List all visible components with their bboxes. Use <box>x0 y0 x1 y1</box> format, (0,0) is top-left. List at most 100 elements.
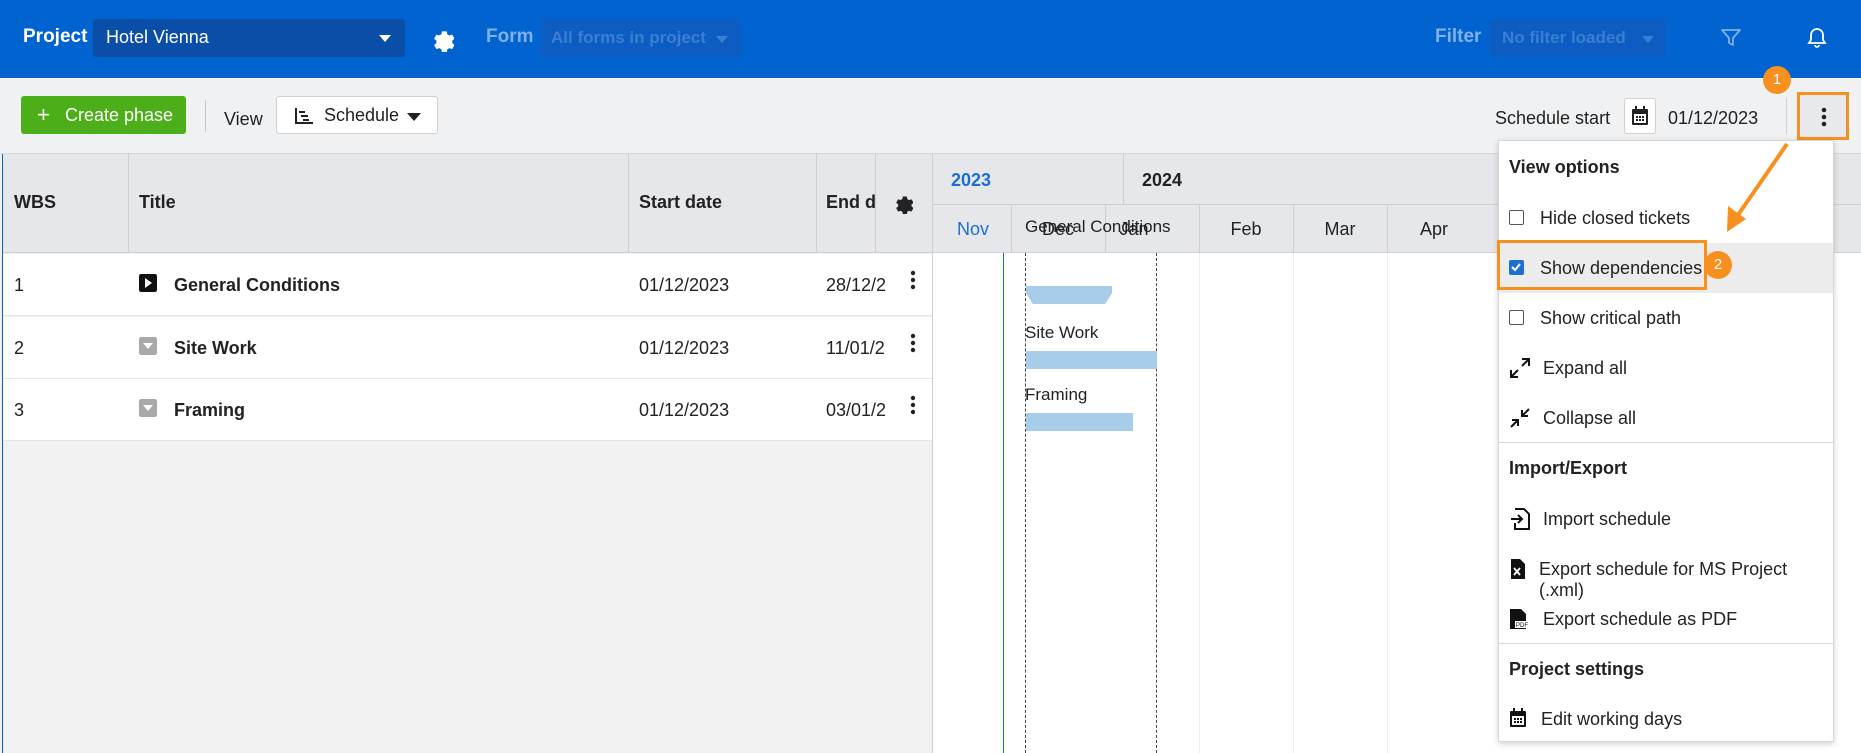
filter-select[interactable]: No filter loaded <box>1490 19 1666 57</box>
menu-item-import-schedule[interactable]: Import schedule <box>1499 494 1833 544</box>
funnel-icon[interactable] <box>1720 27 1742 49</box>
calendar-button[interactable] <box>1624 98 1656 134</box>
svg-text:PDF: PDF <box>1516 623 1528 629</box>
title-cell[interactable]: General Conditions <box>174 275 340 296</box>
gantt-bar[interactable] <box>1026 351 1157 369</box>
more-vertical-icon[interactable] <box>910 270 916 290</box>
menu-section-title: Project settings <box>1509 659 1645 679</box>
table-row[interactable]: 3 Framing 01/12/2023 03/01/2 <box>3 379 932 441</box>
more-options-button[interactable] <box>1797 92 1849 140</box>
phase-play-icon[interactable] <box>139 274 157 292</box>
chevron-down-icon <box>716 36 728 43</box>
gantt-task-label: Site Work <box>1025 323 1099 342</box>
year-label-2024: 2024 <box>1142 170 1183 190</box>
divider <box>205 100 206 132</box>
collapse-icon <box>1510 408 1530 428</box>
wbs-cell: 1 <box>14 275 25 295</box>
column-header-start-date[interactable]: Start date <box>639 192 722 213</box>
filter-label: Filter <box>1435 26 1482 47</box>
start-date-cell: 01/12/2023 <box>639 338 730 358</box>
title-cell[interactable]: Framing <box>174 400 245 421</box>
top-bar: Project Hotel Vienna Form All forms in p… <box>0 0 1861 78</box>
annotation-badge-1: 1 <box>1763 66 1791 94</box>
dependency-line <box>1156 253 1157 753</box>
view-select[interactable]: Schedule <box>276 96 438 134</box>
menu-item-label: Edit working days <box>1541 709 1683 729</box>
gear-icon[interactable] <box>891 192 913 214</box>
expand-icon <box>1510 358 1530 378</box>
plus-icon: + <box>37 102 50 127</box>
calendar-icon <box>1510 708 1526 727</box>
menu-item-label: Export schedule as PDF <box>1543 609 1738 629</box>
divider <box>816 154 817 253</box>
xml-file-icon <box>1511 559 1525 579</box>
form-select-value: All forms in project <box>551 28 706 47</box>
table-row[interactable]: 2 Site Work 01/12/2023 11/01/2 <box>3 317 932 379</box>
menu-section-title: Import/Export <box>1509 458 1628 478</box>
today-line <box>1003 253 1004 753</box>
form-label: Form <box>486 26 534 47</box>
month-label: Apr <box>1419 219 1448 239</box>
menu-item-hide-closed-tickets[interactable]: Hide closed tickets <box>1499 193 1833 243</box>
create-phase-button[interactable]: + Create phase <box>21 96 186 134</box>
view-select-value: Schedule <box>324 105 400 125</box>
project-select[interactable]: Hotel Vienna <box>93 19 405 57</box>
menu-section-title: View options <box>1509 157 1620 177</box>
filter-select-value: No filter loaded <box>1502 28 1626 47</box>
menu-item-edit-working-days[interactable]: Edit working days <box>1499 694 1833 744</box>
schedule-start-label: Schedule start <box>1495 108 1611 128</box>
gantt-bar[interactable] <box>1026 413 1133 431</box>
column-header-title[interactable]: Title <box>139 192 176 213</box>
month-label: Mar <box>1324 219 1356 239</box>
start-date-cell: 01/12/2023 <box>639 275 730 295</box>
form-select[interactable]: All forms in project <box>541 19 740 57</box>
menu-item-expand-all[interactable]: Expand all <box>1499 343 1833 393</box>
checkbox[interactable] <box>1509 310 1524 325</box>
menu-item-label: Show critical path <box>1540 308 1682 328</box>
chevron-down-icon <box>1642 36 1654 43</box>
column-header-end-date[interactable]: End da <box>826 192 876 213</box>
end-date-cell: 03/01/2 <box>826 400 887 420</box>
schedule-start-value[interactable]: 01/12/2023 <box>1668 108 1758 129</box>
bell-icon[interactable] <box>1806 27 1828 49</box>
view-label: View <box>224 109 263 129</box>
phase-collapsed-icon[interactable] <box>139 337 157 355</box>
menu-item-export-pdf[interactable]: PDF Export schedule as PDF <box>1499 594 1833 644</box>
more-vertical-icon[interactable] <box>910 395 916 415</box>
end-date-cell: 28/12/2 <box>826 275 887 295</box>
gantt-task-label: General Conditions <box>1025 217 1171 236</box>
schedule-grid: WBS Title Start date End da 1 General Co… <box>2 154 932 753</box>
menu-item-collapse-all[interactable]: Collapse all <box>1499 393 1833 443</box>
divider <box>1123 154 1124 204</box>
project-label: Project <box>23 26 88 47</box>
gear-icon[interactable] <box>428 26 454 52</box>
divider <box>1499 643 1833 644</box>
column-header-wbs[interactable]: WBS <box>14 192 56 213</box>
divider <box>1786 98 1787 134</box>
menu-item-label: Import schedule <box>1543 509 1672 529</box>
gantt-summary-bar[interactable] <box>1026 286 1112 304</box>
chevron-down-icon <box>379 35 391 42</box>
end-date-cell: 11/01/2 <box>826 338 885 358</box>
create-phase-label: Create phase <box>65 105 174 125</box>
divider <box>628 154 629 253</box>
menu-item-export-ms-project[interactable]: Export schedule for MS Project (.xml) <box>1499 544 1833 600</box>
title-cell[interactable]: Site Work <box>174 338 257 359</box>
pdf-file-icon: PDF <box>1510 609 1528 629</box>
menu-item-label: Hide closed tickets <box>1540 208 1691 228</box>
chevron-down-icon <box>407 113 421 121</box>
grid-line <box>1387 253 1388 753</box>
checkbox[interactable] <box>1509 210 1524 225</box>
phase-collapsed-icon[interactable] <box>139 399 157 417</box>
grid-line <box>1293 253 1294 753</box>
calendar-icon <box>1632 106 1648 125</box>
wbs-cell: 2 <box>14 338 25 358</box>
menu-item-show-critical-path[interactable]: Show critical path <box>1499 293 1833 343</box>
wbs-cell: 3 <box>14 400 25 420</box>
more-vertical-icon[interactable] <box>910 333 916 353</box>
table-row[interactable]: 1 General Conditions 01/12/2023 28/12/2 <box>3 254 932 316</box>
import-file-icon <box>1511 508 1530 530</box>
menu-item-label: Collapse all <box>1543 408 1637 428</box>
month-label: Nov <box>956 219 989 239</box>
schedule-icon <box>295 108 313 124</box>
